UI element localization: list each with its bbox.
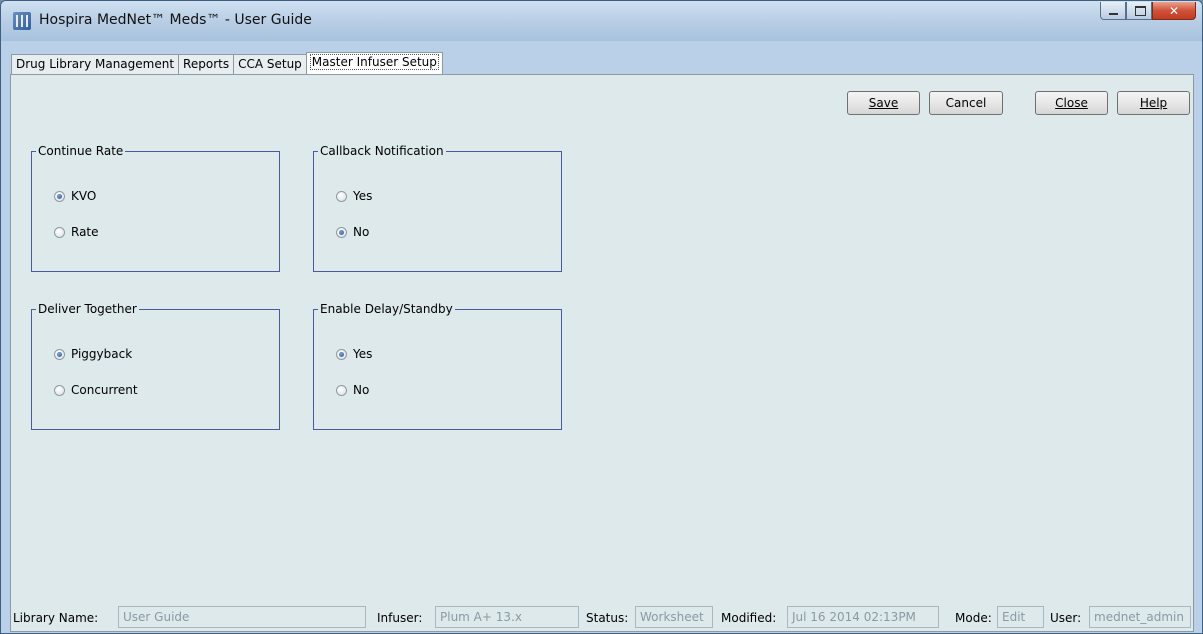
app-logo-icon [13,12,31,30]
radio-option-kvo[interactable]: KVO [54,188,96,204]
modified-label: Modified: [721,611,777,625]
tab-drug-library-management[interactable]: Drug Library Management [11,54,180,75]
tab-reports[interactable]: Reports [178,54,235,75]
radio-selected-icon[interactable] [54,190,65,202]
radio-option-yes[interactable]: Yes [336,188,372,204]
status-field: Worksheet [635,606,713,628]
save-label: Save [868,96,899,110]
tab-label: CCA Setup [238,57,302,71]
help-button[interactable]: Help [1117,91,1190,115]
close-icon: ✕ [1168,4,1180,18]
radio-selected-icon[interactable] [336,226,347,238]
maximize-button[interactable] [1126,2,1152,20]
continue-rate-group: Continue Rate KVO Rate [31,144,280,272]
radio-option-yes[interactable]: Yes [336,346,372,362]
mode-label: Mode: [955,611,992,625]
cancel-button[interactable]: Cancel [929,91,1003,115]
minimize-icon [1109,13,1118,15]
tab-label: Master Infuser Setup [309,54,439,70]
tab-label: Reports [183,57,230,71]
radio-unselected-icon[interactable] [54,226,65,238]
tab-master-infuser-setup[interactable]: Master Infuser Setup [305,52,443,75]
cancel-label: Cancel [945,96,987,110]
user-field: mednet_admin [1089,606,1191,628]
radio-option-no[interactable]: No [336,224,369,240]
title-bar[interactable]: Hospira MedNet™ Meds™ - User Guide ✕ [1,1,1202,41]
deliver-together-group: Deliver Together Piggyback Concurrent [31,302,280,430]
enable-delay-standby-group: Enable Delay/Standby Yes No [313,302,562,430]
mode-field: Edit [997,606,1044,628]
radio-option-piggyback[interactable]: Piggyback [54,346,132,362]
user-label: User: [1050,611,1082,625]
save-button[interactable]: Save [847,91,920,115]
group-title: Callback Notification [320,144,444,158]
radio-unselected-icon[interactable] [54,384,65,396]
radio-label: Yes [353,189,373,203]
close-label: Close [1055,96,1088,110]
master-infuser-setup-panel: Save Cancel Close Help Continue Rate KVO… [10,74,1194,632]
status-bar: Library Name: User Guide Infuser: Plum A… [11,605,1193,631]
library-name-label: Library Name: [13,611,99,625]
tab-label: Drug Library Management [16,57,175,71]
radio-label: Piggyback [71,347,133,361]
window-controls: ✕ [1100,2,1196,20]
help-label: Help [1139,96,1168,110]
radio-label: KVO [71,189,97,203]
radio-unselected-icon[interactable] [336,190,347,202]
radio-label: No [353,383,370,397]
radio-label: Concurrent [71,383,138,397]
group-title: Continue Rate [38,144,124,158]
radio-label: Rate [71,225,99,239]
minimize-button[interactable] [1100,2,1126,20]
callback-notification-group: Callback Notification Yes No [313,144,562,272]
infuser-label: Infuser: [377,611,423,625]
radio-option-concurrent[interactable]: Concurrent [54,382,138,398]
maximize-icon [1135,6,1146,16]
status-label: Status: [586,611,629,625]
app-window: Hospira MedNet™ Meds™ - User Guide ✕ Dru… [0,0,1203,634]
tab-bar: Drug Library Management Reports CCA Setu… [11,52,443,75]
group-title: Deliver Together [38,302,137,316]
close-window-button[interactable]: ✕ [1152,2,1196,20]
radio-option-rate[interactable]: Rate [54,224,99,240]
radio-label: No [353,225,370,239]
close-button[interactable]: Close [1035,91,1108,115]
radio-label: Yes [353,347,373,361]
window-title: Hospira MedNet™ Meds™ - User Guide [39,12,312,28]
radio-option-no[interactable]: No [336,382,369,398]
radio-selected-icon[interactable] [336,348,347,360]
group-title: Enable Delay/Standby [320,302,453,316]
modified-field: Jul 16 2014 02:13PM [787,606,939,628]
radio-unselected-icon[interactable] [336,384,347,396]
tab-cca-setup[interactable]: CCA Setup [233,54,307,75]
library-name-field: User Guide [118,606,366,628]
radio-selected-icon[interactable] [54,348,65,360]
infuser-field: Plum A+ 13.x [435,606,579,628]
